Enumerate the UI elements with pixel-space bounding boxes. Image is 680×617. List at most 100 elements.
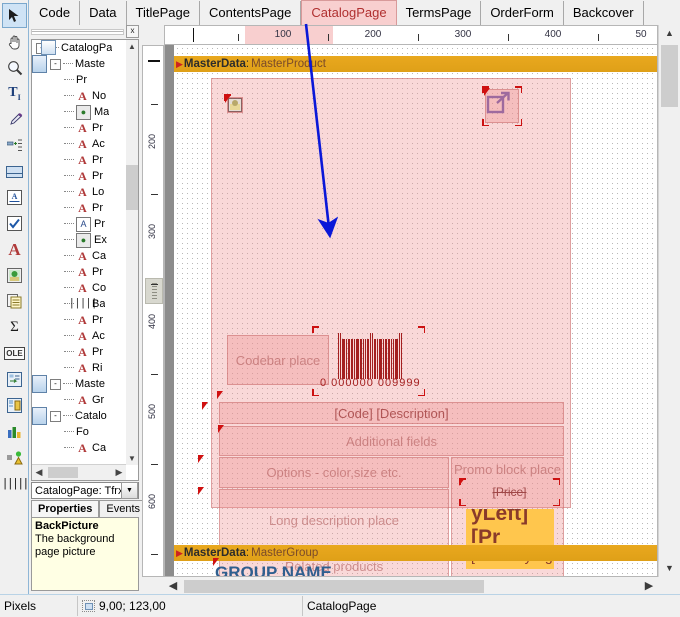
tree-expander[interactable]: - — [50, 410, 61, 422]
tab-events[interactable]: Events — [99, 500, 148, 517]
close-icon[interactable]: x — [126, 25, 139, 38]
chevron-up-icon[interactable]: ▲ — [126, 40, 138, 53]
text-object-tool[interactable]: A — [2, 237, 27, 262]
tree-item[interactable]: - Maste — [32, 375, 126, 393]
tree-item[interactable]: - Catalo — [32, 407, 126, 425]
subreport-tool[interactable] — [2, 289, 27, 314]
chart-object-tool[interactable] — [2, 419, 27, 444]
tab-code[interactable]: Code — [30, 1, 81, 25]
chevron-left-icon[interactable]: ◀ — [164, 578, 182, 595]
tree-item[interactable]: A Ca — [32, 440, 126, 456]
report-page-surface[interactable]: ▶ MasterData: MasterProduct Codebar plac… — [174, 45, 657, 576]
insert-band-tool[interactable] — [2, 133, 27, 158]
tab-backcover[interactable]: Backcover — [563, 1, 644, 25]
group-name-object[interactable]: GROUP NAME — [215, 563, 332, 576]
table-object-tool[interactable] — [2, 367, 27, 392]
zoom-magnifier-tool[interactable] — [2, 55, 27, 80]
old-price-label: [Price] — [492, 485, 527, 499]
tree-item[interactable]: A Pr — [32, 120, 126, 136]
tree-expander[interactable]: - — [50, 58, 61, 70]
tree-item[interactable]: A Ac — [32, 136, 126, 152]
chevron-down-icon[interactable]: ▼ — [121, 482, 138, 499]
export-link-object[interactable] — [482, 86, 522, 126]
tree-item[interactable]: A Pr — [32, 152, 126, 168]
tab-orderform[interactable]: OrderForm — [481, 1, 564, 25]
chevron-right-icon[interactable]: ▶ — [640, 578, 658, 595]
chevron-right-icon[interactable]: ▶ — [112, 467, 126, 478]
tree-item[interactable]: A Lo — [32, 184, 126, 200]
chevron-up-icon[interactable]: ▲ — [659, 25, 680, 42]
panel-drag-grip[interactable] — [31, 28, 124, 35]
picture-object-tool[interactable] — [2, 263, 27, 288]
tree-item[interactable]: A Pr — [32, 200, 126, 216]
old-price-object[interactable]: [Price] — [459, 478, 560, 506]
tab-properties[interactable]: Properties — [31, 500, 100, 517]
object-selector-combo[interactable]: CatalogPage: Tfrx ▼ — [31, 482, 139, 499]
band-header-masterdata-product[interactable]: ▶ MasterData: MasterProduct — [174, 56, 657, 72]
gauge-object-tool[interactable] — [2, 445, 27, 470]
scroll-thumb[interactable] — [661, 45, 678, 107]
tree-item[interactable]: A Co — [32, 280, 126, 296]
long-description-object[interactable]: Long description place — [219, 489, 449, 551]
tree-expander[interactable]: - — [50, 378, 61, 390]
scroll-thumb[interactable] — [184, 580, 484, 593]
tree-item[interactable]: ● Ex — [32, 232, 126, 248]
tree-item[interactable]: A Ac — [32, 328, 126, 344]
horizontal-ruler[interactable]: 100 200 300 400 50 — [164, 25, 658, 44]
tree-item[interactable]: Pr — [32, 40, 126, 88]
codebar-place-object[interactable]: Codebar place — [227, 335, 329, 385]
tree-item[interactable]: A Ca — [32, 248, 126, 264]
tree-item[interactable]: - Maste — [32, 55, 126, 73]
matrix-object-tool[interactable] — [2, 393, 27, 418]
tree-item[interactable]: A Pr — [32, 312, 126, 328]
tab-data[interactable]: Data — [80, 1, 127, 25]
tree-item[interactable]: A No — [32, 88, 126, 104]
tree-item[interactable]: A Pr — [32, 216, 126, 232]
text-tool[interactable]: TI — [2, 81, 27, 106]
rich-text-tool[interactable]: A — [2, 185, 27, 210]
tab-catalogpage[interactable]: CatalogPage — [301, 0, 397, 25]
options-object[interactable]: Options - color,size etc. — [219, 457, 449, 488]
hand-pan-tool[interactable] — [2, 29, 27, 54]
additional-fields-object[interactable]: Additional fields — [218, 425, 564, 456]
band-icon — [32, 407, 47, 425]
tree-item[interactable]: Fo — [32, 40, 126, 440]
chevron-down-icon[interactable]: ▼ — [126, 452, 138, 465]
product-picture-object[interactable] — [224, 94, 243, 113]
tree-item[interactable]: A Gr — [32, 392, 126, 408]
sum-aggregate-tool[interactable]: Σ — [2, 315, 27, 340]
chevron-down-icon[interactable]: ▼ — [659, 560, 680, 577]
price-left-object[interactable]: yLeft][Pr — [466, 509, 554, 543]
ruler-split-grip[interactable] — [145, 278, 163, 304]
tree-item[interactable]: A Ri — [32, 360, 126, 376]
tab-titlepage[interactable]: TitlePage — [126, 1, 200, 25]
code-description-object[interactable]: [Code] [Description] — [217, 391, 564, 424]
format-painter-tool[interactable] — [2, 107, 27, 132]
tab-termspage[interactable]: TermsPage — [396, 1, 482, 25]
ole-object-tool[interactable]: OLE — [2, 341, 27, 366]
tree-item[interactable]: ||||| Ba — [32, 296, 126, 312]
band-object-tool[interactable] — [2, 159, 27, 184]
band-body-masterproduct[interactable]: Codebar place 0 000000 009999 [Code] [De… — [174, 72, 657, 576]
report-tree-list[interactable]: -CatalogPa-MastePrANo●MaAPrAAcAPrAPrALoA… — [32, 40, 126, 465]
barcode-object-tool[interactable]: ||||| — [2, 471, 30, 496]
canvas-horizontal-scrollbar[interactable]: ◀ ▶ — [164, 578, 658, 595]
scroll-thumb[interactable] — [126, 165, 138, 210]
select-pointer-tool[interactable] — [2, 3, 27, 28]
tree-item[interactable]: A Pr — [32, 344, 126, 360]
vertical-ruler[interactable]: 200 300 400 500 600 — [142, 45, 164, 577]
checkbox-tool[interactable] — [2, 211, 27, 236]
chevron-left-icon[interactable]: ◀ — [32, 467, 46, 478]
tree-vertical-scrollbar[interactable]: ▲ ▼ — [126, 40, 138, 465]
canvas-vertical-scrollbar[interactable]: ▲ ▼ — [658, 25, 680, 577]
scroll-thumb[interactable] — [48, 467, 78, 478]
design-canvas[interactable]: ▶ MasterData: MasterProduct Codebar plac… — [164, 44, 658, 577]
barcode-object[interactable]: 0 000000 009999 — [312, 326, 425, 396]
band-header-masterdata-group[interactable]: ▶ MasterData: MasterGroup — [174, 545, 657, 561]
tab-contentspage[interactable]: ContentsPage — [199, 1, 302, 25]
tree-horizontal-scrollbar[interactable]: ◀ ▶ — [32, 464, 126, 480]
tree-item-label: Ba — [92, 298, 106, 310]
tree-item[interactable]: ● Ma — [32, 104, 126, 120]
tree-item[interactable]: A Pr — [32, 168, 126, 184]
tree-item[interactable]: A Pr — [32, 264, 126, 280]
